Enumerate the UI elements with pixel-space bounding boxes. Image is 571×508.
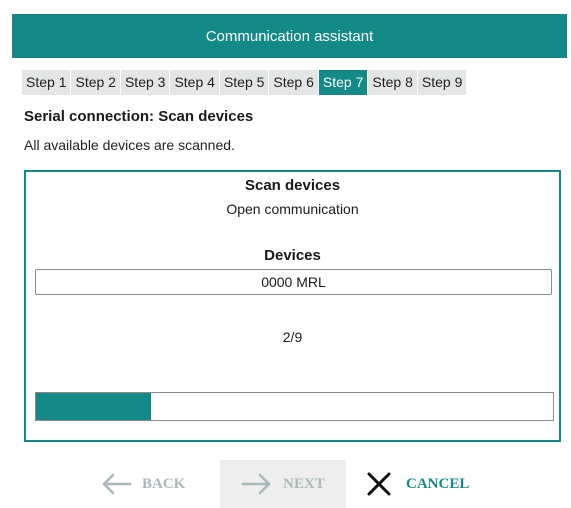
tab-step-2[interactable]: Step 2 bbox=[71, 70, 120, 95]
scan-panel: Scan devices Open communication Devices … bbox=[24, 170, 561, 442]
back-label: BACK bbox=[142, 475, 186, 492]
tab-step-7[interactable]: Step 7 bbox=[318, 70, 368, 95]
tab-step-8[interactable]: Step 8 bbox=[368, 70, 417, 95]
cancel-button[interactable]: CANCEL bbox=[366, 460, 469, 508]
next-label: NEXT bbox=[283, 475, 325, 492]
arrow-right-icon bbox=[241, 472, 273, 496]
window-title-bar: Communication assistant bbox=[12, 14, 567, 58]
tab-step-5[interactable]: Step 5 bbox=[219, 70, 269, 95]
tab-step-6[interactable]: Step 6 bbox=[269, 70, 318, 95]
close-icon bbox=[366, 471, 392, 497]
back-button[interactable]: BACK bbox=[100, 460, 185, 508]
tab-step-3[interactable]: Step 3 bbox=[120, 70, 170, 95]
page-description: All available devices are scanned. bbox=[24, 137, 235, 153]
tab-step-1[interactable]: Step 1 bbox=[22, 70, 71, 95]
step-tabs: Step 1 Step 2 Step 3 Step 4 Step 5 Step … bbox=[22, 70, 467, 95]
page-subtitle: Serial connection: Scan devices bbox=[24, 108, 254, 125]
tab-step-9[interactable]: Step 9 bbox=[417, 70, 467, 95]
scan-progress-bar bbox=[35, 392, 554, 421]
progress-fill bbox=[36, 393, 151, 420]
progress-count: 2/9 bbox=[282, 329, 303, 345]
devices-label: Devices bbox=[264, 247, 321, 264]
device-field: 0000 MRL bbox=[35, 269, 552, 295]
scan-title: Scan devices bbox=[244, 177, 341, 194]
window-title: Communication assistant bbox=[205, 27, 374, 45]
scan-status: Open communication bbox=[226, 201, 359, 217]
next-button[interactable]: NEXT bbox=[220, 460, 346, 508]
tab-step-4[interactable]: Step 4 bbox=[170, 70, 219, 95]
arrow-left-icon bbox=[100, 472, 132, 496]
cancel-label: CANCEL bbox=[406, 475, 470, 492]
